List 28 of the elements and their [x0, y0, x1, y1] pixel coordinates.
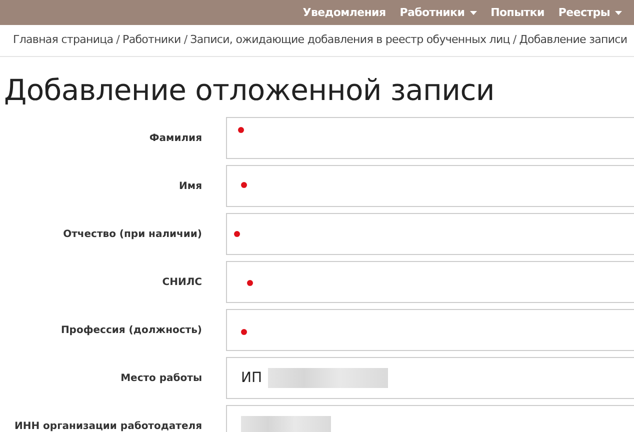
field-label: Отчество (при наличии)	[62, 228, 203, 240]
caret-icon	[615, 10, 622, 14]
nav-link[interactable]: Уведомления	[302, 6, 386, 19]
breadcrumb-separator: /	[512, 33, 516, 46]
nav-link[interactable]: Попытки	[490, 6, 544, 19]
input-field[interactable]	[226, 165, 634, 207]
breadcrumb-item: Добавление записи	[519, 33, 628, 46]
field-label: СНИЛС	[161, 276, 203, 288]
input-field[interactable]	[226, 261, 634, 303]
page-title: Добавление отложенной записи	[4, 73, 496, 107]
input-field[interactable]: ИП	[226, 357, 634, 399]
breadcrumb-item: Работники	[122, 33, 181, 46]
field-label: Профессия (должность)	[60, 324, 203, 336]
field-label: Место работы	[120, 372, 203, 384]
breadcrumb-link[interactable]: Записи, ожидающие добавления в реестр обученных лиц	[190, 33, 510, 46]
nav-link[interactable]: Реестры	[558, 6, 622, 19]
field-label: ИНН организации работодателя	[13, 420, 203, 432]
input-field[interactable]	[226, 309, 634, 351]
breadcrumb-separator: /	[184, 33, 188, 46]
field-value: ИП	[241, 370, 262, 386]
field-label: Имя	[178, 180, 203, 192]
breadcrumb-separator: /	[116, 33, 120, 46]
nav-link[interactable]: Работники	[400, 6, 477, 19]
field-label: Фамилия	[148, 132, 203, 144]
input-field[interactable]	[226, 117, 634, 159]
input-field[interactable]	[226, 213, 634, 255]
breadcrumb-link[interactable]: Главная страница	[13, 33, 114, 46]
caret-icon	[470, 10, 477, 14]
